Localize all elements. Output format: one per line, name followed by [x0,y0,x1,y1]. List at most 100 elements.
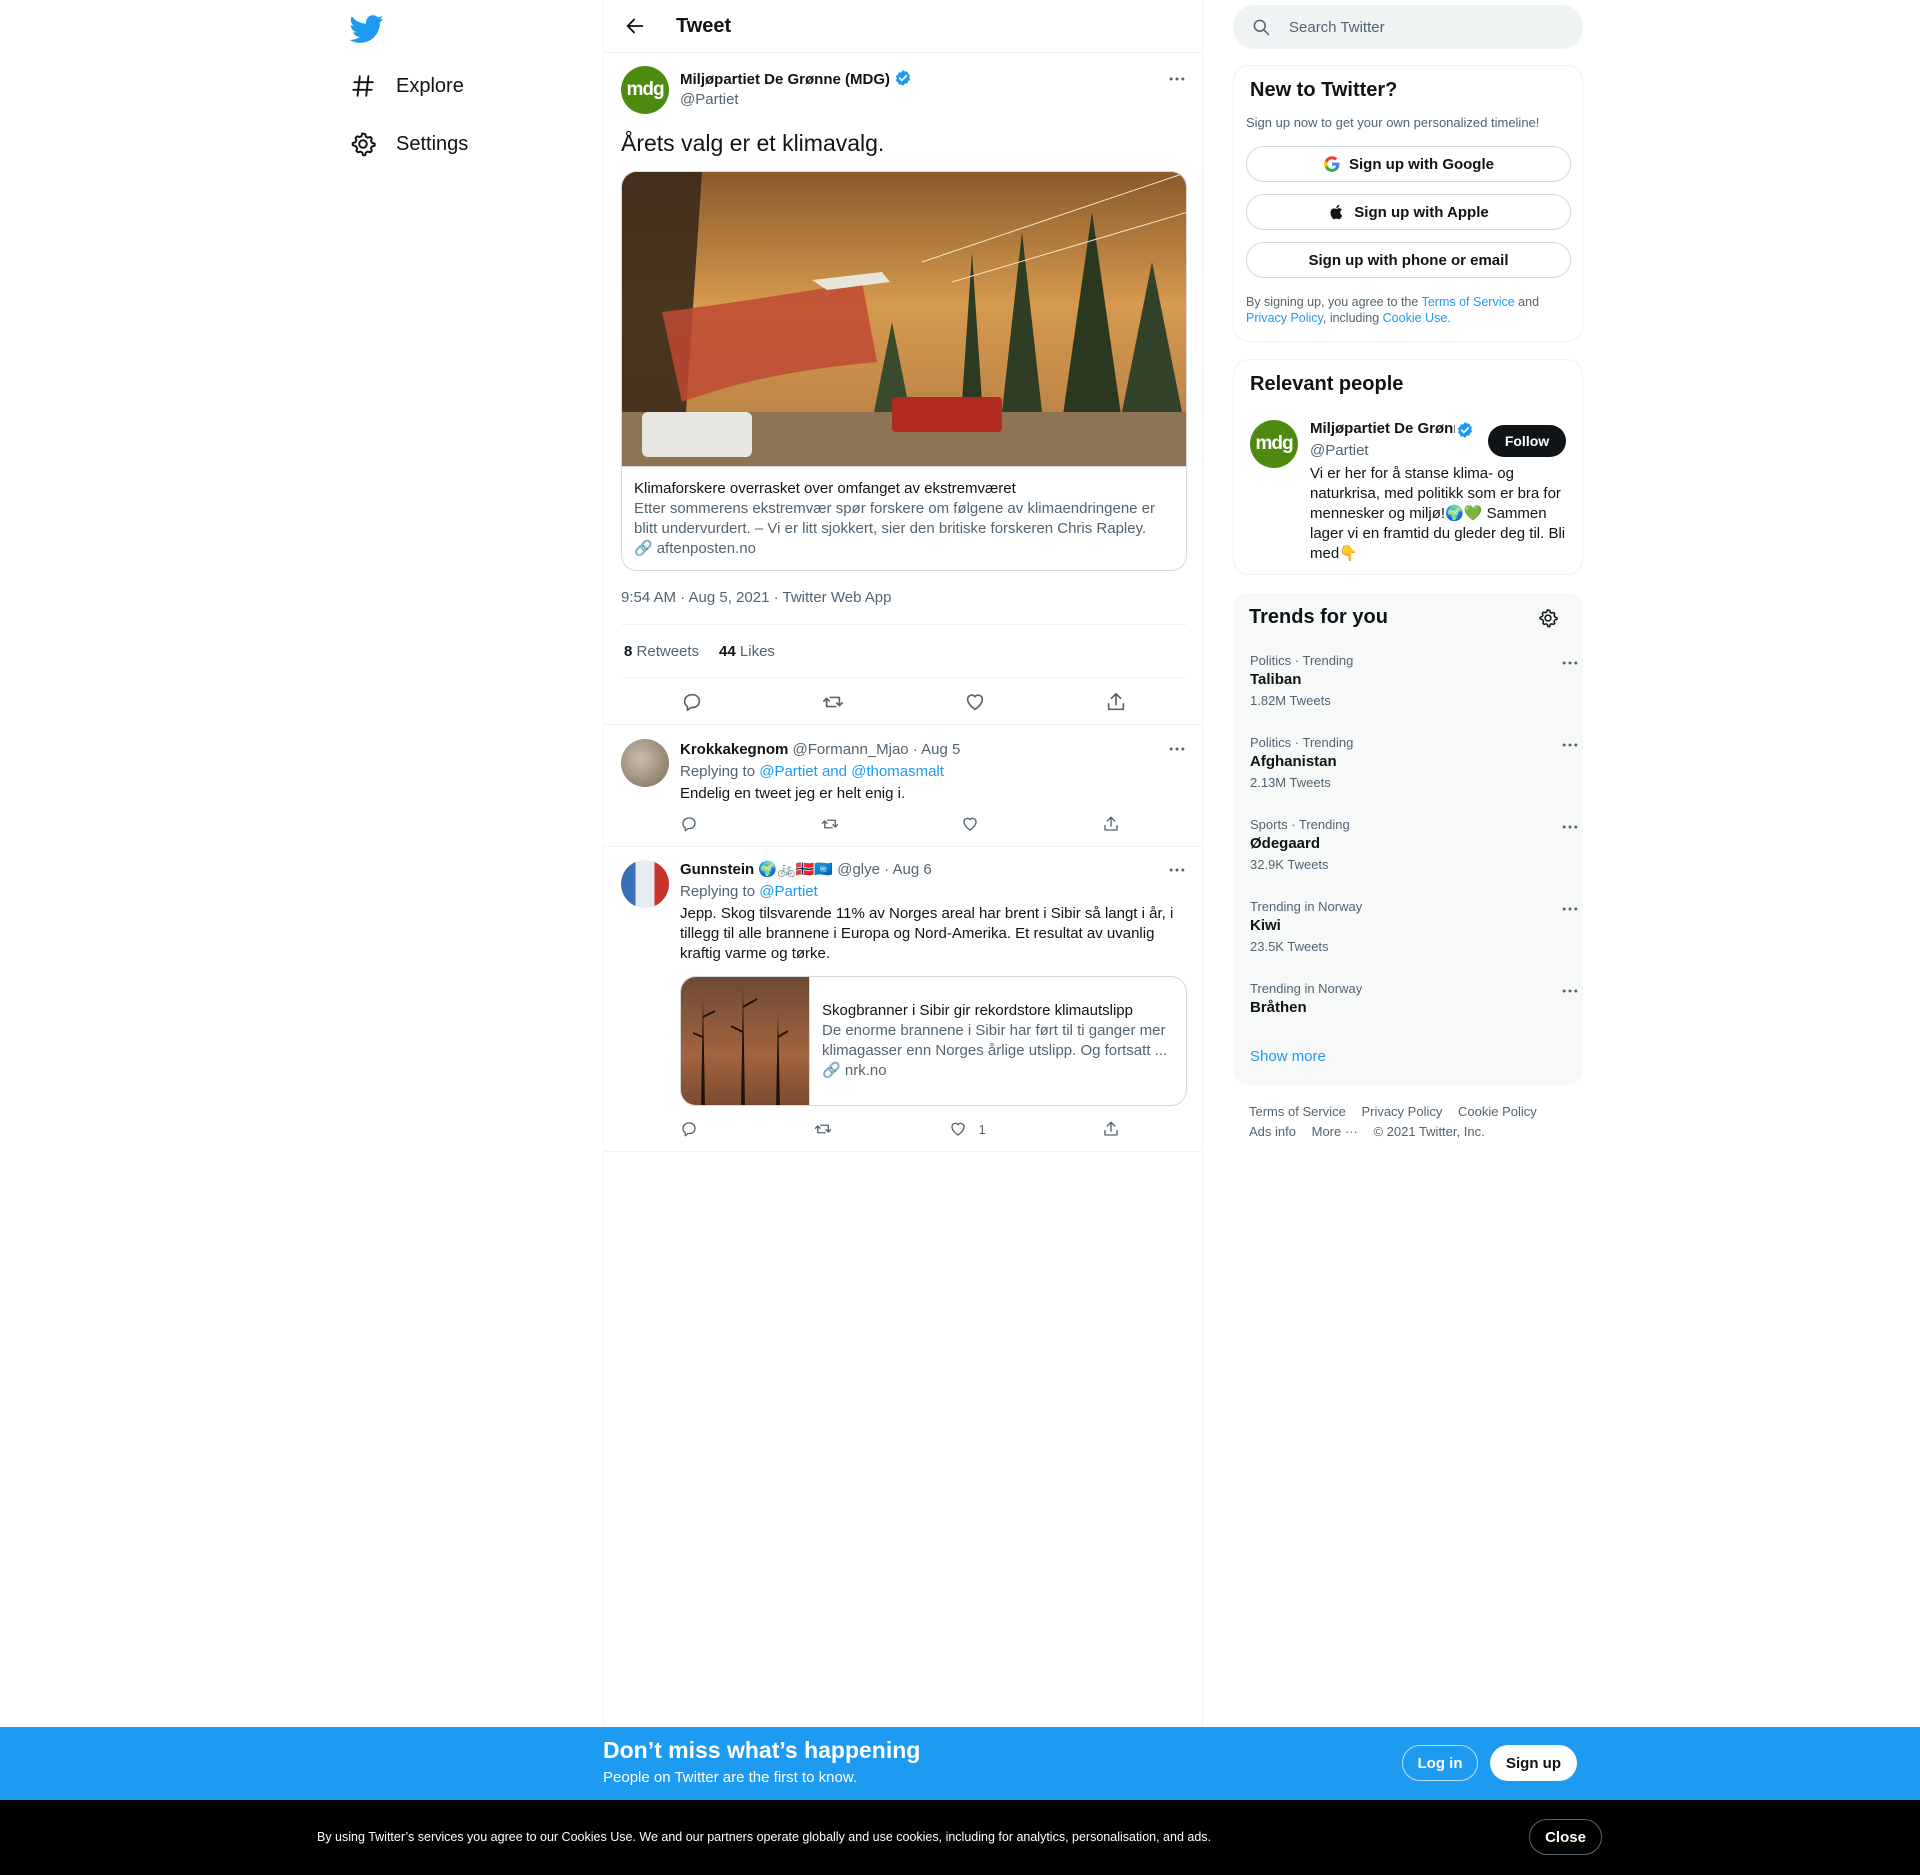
footer-more-link[interactable]: More ··· [1312,1124,1358,1139]
link-icon: 🔗 [822,1062,841,1079]
likes-label: Likes [739,643,775,660]
author-handle[interactable]: @Partiet [680,91,912,108]
more-options-icon[interactable] [1560,981,1580,1001]
card-domain: aftenposten.no [656,540,756,557]
card-meta: Skogbranner i Sibir gir rekordstore klim… [810,977,1186,1105]
nav-settings[interactable]: Settings [350,131,468,157]
more-options-icon[interactable] [1560,653,1580,673]
card-meta: Klimaforskere overrasket over omfanget a… [622,467,1186,570]
card-domain: nrk.no [844,1062,887,1079]
trend-item[interactable]: Trending in Norway Kiwi 23.5K Tweets [1250,899,1580,954]
likes-stat[interactable]: 44 Likes [719,643,775,660]
reply-link-card[interactable]: Skogbranner i Sibir gir rekordstore klim… [680,976,1187,1106]
prompt-title: Don’t miss what’s happening [603,1737,921,1763]
retweet-icon[interactable] [821,815,839,833]
reply-text: Endelig en tweet jeg er helt enig i. [680,785,906,802]
terms-link[interactable]: Terms of Service [1422,295,1515,309]
trends-settings-gear-icon[interactable] [1538,608,1558,628]
back-arrow-icon[interactable] [624,15,646,37]
share-icon[interactable] [1102,1120,1120,1138]
footer-terms-link[interactable]: Terms of Service [1249,1104,1346,1119]
trends-title: Trends for you [1249,606,1388,628]
footer-links: Terms of Service Privacy Policy Cookie P… [1249,1102,1569,1142]
cookie-close-button[interactable]: Close [1529,1819,1602,1855]
signup-button[interactable]: Sign up [1490,1745,1577,1781]
reply-date[interactable]: · Aug 5 [913,741,961,758]
reply-avatar[interactable] [621,860,669,908]
like-heart-icon[interactable] [964,691,986,713]
nav-explore[interactable]: Explore [350,73,464,99]
search-bar[interactable] [1233,5,1583,49]
more-options-icon[interactable] [1560,817,1580,837]
trend-context: Trending in Norway [1250,899,1363,914]
like-heart-icon[interactable] [961,815,979,833]
author-avatar[interactable]: mdg [621,66,669,114]
reply-author-name[interactable]: Gunnstein [680,861,754,878]
trend-count: 1.82M Tweets [1250,693,1331,708]
trend-context: Politics · Trending [1250,735,1354,750]
card-description: De enorme brannene i Sibir har ført til … [822,1022,1168,1059]
search-input[interactable] [1289,18,1549,36]
signup-legal: By signing up, you agree to the Terms of… [1246,294,1571,326]
replying-to-link[interactable]: @Partiet and @thomasmalt [759,763,944,780]
link-card[interactable]: Klimaforskere overrasket over omfanget a… [621,171,1187,571]
like-heart-icon [950,1122,965,1136]
twitter-logo-icon[interactable] [350,12,384,46]
follow-button[interactable]: Follow [1488,425,1566,457]
show-more-link[interactable]: Show more [1250,1048,1326,1065]
reply-text: Jepp. Skog tilsvarende 11% av Norges are… [680,905,1174,962]
reply-avatar[interactable] [621,739,669,787]
card-image-forest-fire [681,977,810,1105]
relevant-name: Miljøpartiet De Grønne (MDG) [1310,420,1455,437]
tweet-timestamp[interactable]: 9:54 AM · Aug 5, 2021 · Twitter Web App [621,589,891,606]
like-button[interactable]: 1 [949,1120,986,1138]
retweets-stat[interactable]: 8 Retweets [624,643,699,660]
card-title: Klimaforskere overrasket over omfanget a… [634,480,1016,497]
hashtag-icon [352,75,374,97]
reply-date[interactable]: · Aug 6 [884,861,932,878]
trend-item[interactable]: Trending in Norway Bråthen [1250,981,1580,1016]
relevant-name-row[interactable]: Miljøpartiet De Grønne (MDG) [1310,420,1455,437]
author-name[interactable]: Miljøpartiet De Grønne (MDG) [680,71,890,88]
retweet-icon[interactable] [814,1120,832,1138]
reply-author-handle[interactable]: @Formann_Mjao [793,741,909,758]
relevant-handle[interactable]: @Partiet [1310,442,1369,459]
tweet-actions [621,690,1187,714]
footer-cookie-link[interactable]: Cookie Policy [1458,1104,1537,1119]
cookie-close-label: Close [1545,1828,1586,1846]
more-options-icon[interactable] [1167,860,1187,880]
replying-to-link[interactable]: @Partiet [759,883,818,900]
signup-apple-button[interactable]: Sign up with Apple [1246,194,1571,230]
signup-google-button[interactable]: Sign up with Google [1246,146,1571,182]
reply-icon[interactable] [680,815,698,833]
trend-name: Afghanistan [1250,753,1337,770]
trend-item[interactable]: Politics · Trending Afghanistan 2.13M Tw… [1250,735,1580,790]
retweet-icon[interactable] [822,691,844,713]
signup-phone-email-button[interactable]: Sign up with phone or email [1246,242,1571,278]
trend-item[interactable]: Politics · Trending Taliban 1.82M Tweets [1250,653,1580,708]
reply-icon[interactable] [680,1120,698,1138]
reply-author-handle[interactable]: @glye [837,861,880,878]
verified-badge-icon [896,70,911,86]
author-name-row[interactable]: Miljøpartiet De Grønne (MDG) [680,69,912,88]
trend-name: Bråthen [1250,999,1307,1016]
footer-privacy-link[interactable]: Privacy Policy [1361,1104,1442,1119]
more-options-icon[interactable] [1560,735,1580,755]
privacy-link[interactable]: Privacy Policy [1246,311,1323,325]
google-icon [1324,156,1340,172]
signup-apple-label: Sign up with Apple [1354,203,1489,221]
more-options-icon[interactable] [1560,899,1580,919]
relevant-avatar[interactable]: mdg [1250,420,1298,468]
reply-icon[interactable] [681,691,703,713]
signup-google-label: Sign up with Google [1349,155,1494,173]
reply-author-name[interactable]: Krokkakegnom [680,741,788,758]
login-button[interactable]: Log in [1402,1745,1478,1781]
more-options-icon[interactable] [1167,69,1187,89]
cookie-link[interactable]: Cookie Use. [1383,311,1451,325]
footer-ads-link[interactable]: Ads info [1249,1124,1296,1139]
share-icon[interactable] [1105,691,1127,713]
share-icon[interactable] [1102,815,1120,833]
more-options-icon[interactable] [1167,739,1187,759]
trend-item[interactable]: Sports · Trending Ødegaard 32.9K Tweets [1250,817,1580,872]
login-label: Log in [1417,1754,1463,1772]
